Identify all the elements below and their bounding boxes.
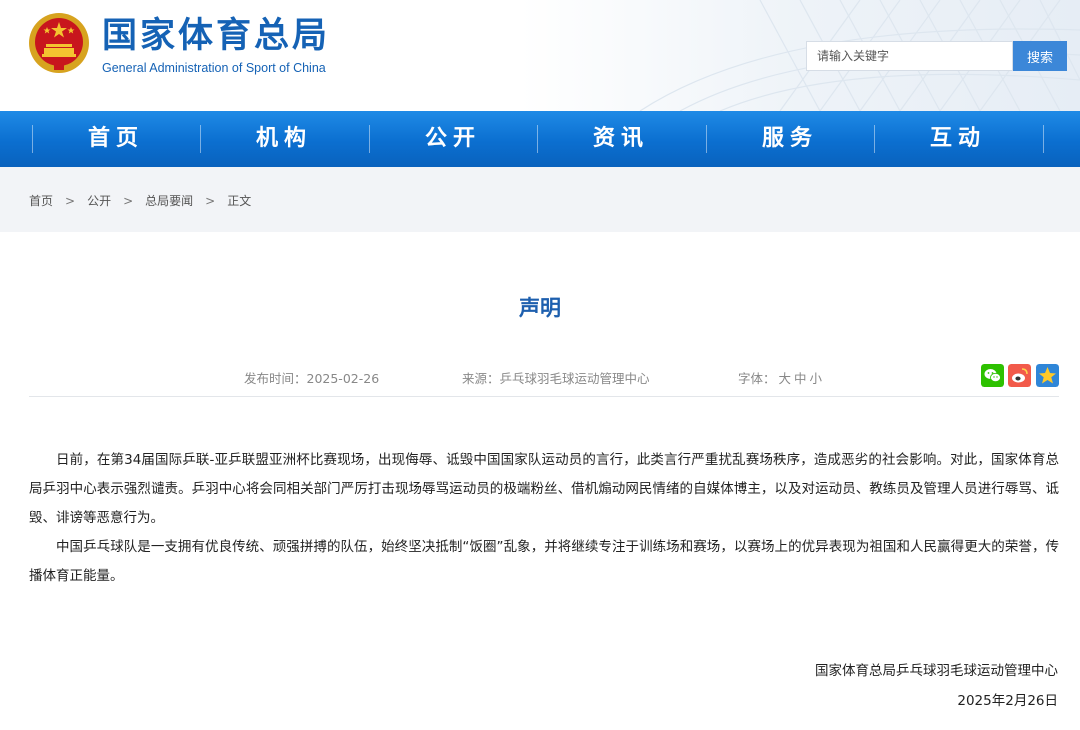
breadcrumb-separator: > <box>65 193 76 208</box>
meta-divider <box>29 396 1059 397</box>
nav-item-news[interactable]: 资讯 <box>537 111 705 167</box>
national-emblem-icon <box>29 13 89 73</box>
nav-separator <box>1043 125 1044 153</box>
breadcrumb: 首页 > 公开 > 总局要闻 > 正文 <box>29 192 251 209</box>
breadcrumb-news[interactable]: 总局要闻 <box>145 192 193 209</box>
nav-item-public[interactable]: 公开 <box>369 111 537 167</box>
publish-time: 发布时间：2025-02-26 <box>244 371 380 386</box>
breadcrumb-current: 正文 <box>227 194 252 208</box>
article-title: 声明 <box>519 296 561 320</box>
wechat-icon[interactable] <box>981 364 1004 387</box>
nav-item-interaction[interactable]: 互动 <box>874 111 1042 167</box>
main-nav: 首页 机构 公开 资讯 服务 互动 <box>0 111 1080 167</box>
article-source: 来源：乒乓球羽毛球运动管理中心 <box>462 371 650 386</box>
article-signature: 国家体育总局乒乓球羽毛球运动管理中心 <box>815 663 1058 679</box>
weibo-icon[interactable] <box>1008 364 1031 387</box>
search-button[interactable]: 搜索 <box>1013 41 1067 71</box>
breadcrumb-home[interactable]: 首页 <box>29 192 53 209</box>
breadcrumb-separator: > <box>123 193 134 208</box>
font-size-control: 字体：大中小 <box>738 368 822 387</box>
search-input[interactable] <box>806 41 1013 71</box>
font-size-label: 字体： <box>738 371 776 386</box>
nav-item-home[interactable]: 首页 <box>32 111 200 167</box>
nav-item-services[interactable]: 服务 <box>706 111 874 167</box>
font-size-large[interactable]: 大 <box>779 371 792 386</box>
qzone-icon[interactable] <box>1036 364 1059 387</box>
breadcrumb-separator: > <box>205 193 216 208</box>
site-header: 国家体育总局 General Administration of Sport o… <box>0 0 1080 111</box>
font-size-medium[interactable]: 中 <box>794 371 807 386</box>
article-date: 2025年2月26日 <box>957 693 1058 709</box>
article-body: 日前，在第34届国际乒联-亚乒联盟亚洲杯比赛现场，出现侮辱、诋毁中国国家队运动员… <box>29 446 1059 591</box>
font-size-small[interactable]: 小 <box>810 371 823 386</box>
site-title: 国家体育总局 <box>102 16 331 56</box>
article-paragraph: 日前，在第34届国际乒联-亚乒联盟亚洲杯比赛现场，出现侮辱、诋毁中国国家队运动员… <box>29 452 1059 526</box>
breadcrumb-bar: 首页 > 公开 > 总局要闻 > 正文 <box>0 167 1080 232</box>
site-subtitle: General Administration of Sport of China <box>102 61 326 75</box>
article-paragraph: 中国乒乓球队是一支拥有优良传统、顽强拼搏的队伍，始终坚决抵制“饭圈”乱象，并将继… <box>29 539 1059 584</box>
breadcrumb-public[interactable]: 公开 <box>87 192 111 209</box>
nav-item-organization[interactable]: 机构 <box>200 111 368 167</box>
